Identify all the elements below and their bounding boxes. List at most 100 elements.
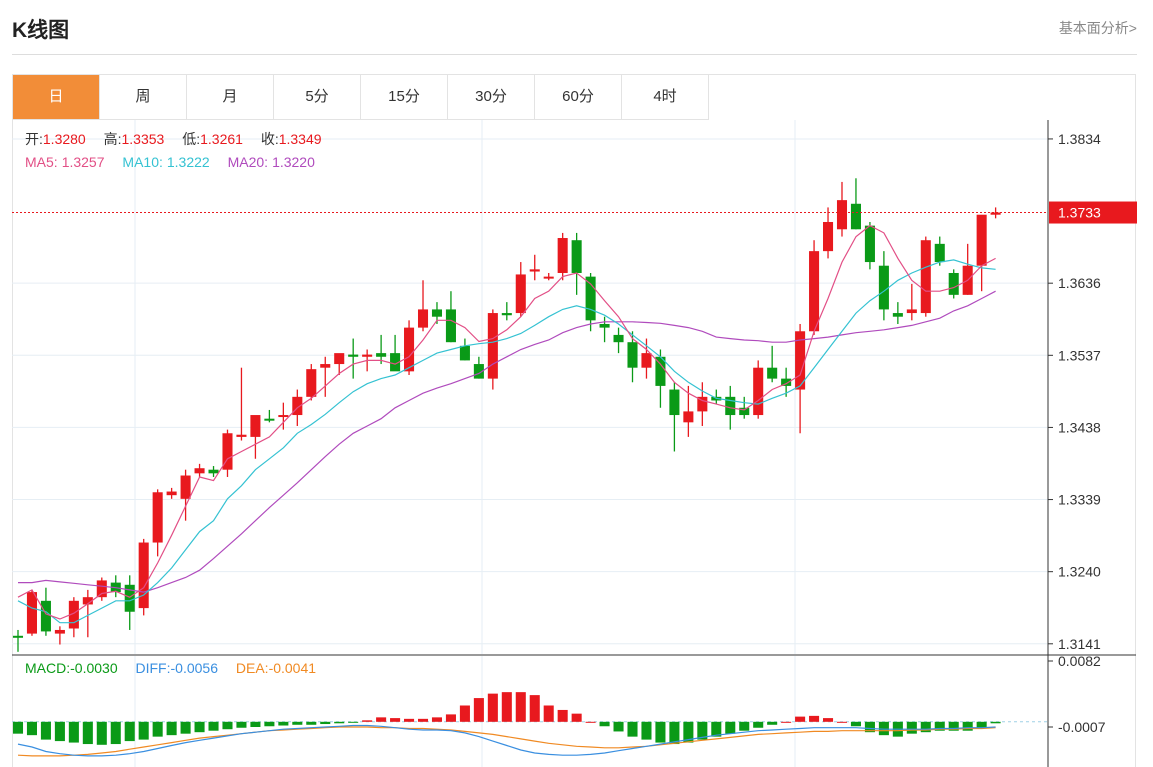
candle-body-13: [194, 468, 205, 474]
macd-bar-7: [110, 721, 121, 745]
candle-body-38: [543, 276, 554, 279]
macd-bar-14: [208, 721, 219, 731]
candle-body-43: [613, 334, 624, 343]
close-label: 收:: [261, 131, 279, 147]
macd-bar-64: [906, 721, 917, 734]
candle-body-36: [515, 274, 526, 314]
close-value: 1.3349: [279, 131, 322, 147]
macd-bar-35: [501, 692, 512, 722]
low-value: 1.3261: [200, 131, 243, 147]
macd-bar-13: [194, 721, 205, 733]
macd-bar-34: [487, 693, 498, 722]
candle-body-42: [599, 323, 610, 328]
y-tick-label-5: 1.3339: [1058, 492, 1101, 508]
macd-bar-18: [264, 721, 275, 727]
macd-bar-51: [725, 721, 736, 734]
macd-bar-59: [836, 721, 848, 723]
candle-body-25: [362, 354, 373, 357]
macd-bar-44: [627, 721, 638, 737]
macd-bar-25: [362, 720, 373, 722]
macd-bar-42: [599, 721, 610, 727]
macd-bar-36: [515, 692, 526, 722]
macd-bar-58: [823, 718, 834, 722]
macd-bar-28: [404, 718, 415, 722]
candle-body-1: [26, 592, 37, 634]
candle-body-65: [920, 240, 931, 314]
dea-label: DEA:: [236, 660, 269, 676]
candle-body-35: [501, 313, 512, 316]
candle-body-69: [976, 214, 987, 266]
ma10-value: 1.3222: [167, 154, 210, 170]
candle-body-21: [306, 369, 317, 397]
candle-body-29: [417, 309, 429, 328]
macd-bar-6: [96, 721, 107, 745]
candle-body-6: [96, 580, 107, 598]
candle-body-0: [12, 635, 24, 638]
macd-bar-2: [40, 721, 51, 740]
candle-body-3: [54, 629, 65, 634]
macd-bar-8: [124, 721, 135, 742]
macd-bar-5: [82, 721, 93, 745]
macd-bar-16: [236, 721, 247, 728]
macd-bar-65: [920, 721, 931, 733]
y-tick-label-0: 1.3834: [1058, 131, 1101, 147]
candle-body-24: [348, 354, 359, 357]
macd-bar-27: [390, 718, 401, 722]
ma5-value: 1.3257: [62, 154, 105, 170]
macd-bar-30: [431, 717, 443, 722]
candle-body-17: [250, 415, 261, 437]
ma20-line: [18, 290, 996, 593]
macd-bar-45: [641, 721, 652, 740]
macd-bar-57: [809, 715, 820, 722]
macd-bar-3: [54, 721, 65, 742]
macd-tick-label-1: -0.0007: [1058, 719, 1106, 735]
ma-info: MA5: 1.3257 MA10: 1.3222 MA20: 1.3220: [25, 154, 315, 170]
macd-bar-17: [250, 721, 261, 727]
macd-bar-69: [976, 721, 987, 728]
candle-body-32: [459, 345, 470, 361]
diff-label: DIFF:: [136, 660, 171, 676]
macd-bar-4: [68, 721, 79, 743]
macd-bar-29: [417, 718, 429, 722]
open-value: 1.3280: [43, 131, 86, 147]
candle-body-59: [836, 200, 848, 230]
candle-body-40: [571, 240, 582, 273]
macd-bar-24: [348, 721, 359, 723]
candle-body-34: [487, 313, 498, 379]
macd-bar-11: [166, 721, 177, 736]
macd-bar-54: [767, 721, 778, 725]
candle-body-14: [208, 469, 219, 474]
current-price-label: 1.3733: [1058, 205, 1101, 221]
candle-body-64: [906, 309, 917, 314]
candle-body-67: [948, 272, 959, 295]
candle-body-54: [767, 367, 778, 379]
macd-bar-53: [753, 721, 764, 728]
macd-bar-19: [278, 721, 289, 726]
candle-body-12: [180, 475, 191, 499]
diff-line: [17, 724, 996, 757]
candle-body-45: [641, 353, 652, 368]
ma5-line: [17, 224, 996, 620]
macd-bar-56: [795, 716, 806, 722]
candle-body-58: [823, 221, 834, 252]
candle-body-19: [278, 415, 289, 418]
high-label: 高:: [104, 131, 122, 147]
candle-body-18: [264, 418, 275, 421]
macd-bar-38: [543, 705, 554, 722]
candle-body-28: [404, 327, 415, 372]
candle-body-57: [809, 251, 820, 332]
candle-body-61: [864, 225, 875, 263]
candle-body-9: [138, 542, 149, 609]
kline-chart[interactable]: 1.3834 1.3636 1.3537 1.3438 1.3339 1.3240 1.31…: [0, 0, 1153, 767]
macd-bar-52: [739, 721, 750, 731]
ma10-label: MA10:: [122, 154, 162, 170]
ma5-label: MA5:: [25, 154, 58, 170]
y-tick-label-6: 1.3240: [1058, 564, 1101, 580]
candle-body-26: [376, 353, 387, 357]
high-value: 1.3353: [122, 131, 165, 147]
macd-bar-0: [12, 721, 24, 734]
candle-body-39: [557, 238, 568, 273]
macd-bar-10: [152, 721, 163, 737]
macd-info: MACD:-0.0030 DIFF:-0.0056 DEA:-0.0041: [25, 660, 316, 676]
candle-body-11: [166, 491, 177, 496]
